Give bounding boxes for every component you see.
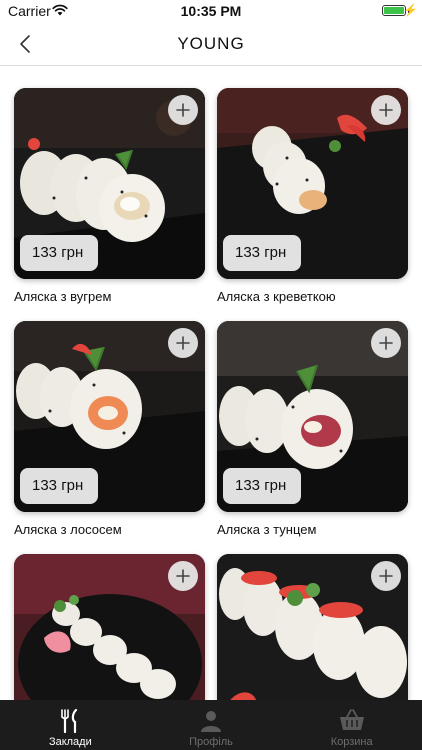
plus-icon: [379, 336, 393, 350]
navigation-bar: YOUNG: [0, 22, 422, 66]
price-badge: 133 грн: [223, 468, 301, 504]
basket-icon: [339, 709, 364, 730]
product-card[interactable]: 133 грн Аляска з тунцем: [217, 321, 408, 537]
plus-icon: [379, 569, 393, 583]
add-to-cart-button[interactable]: [371, 561, 401, 591]
tab-profile[interactable]: Профіль: [141, 700, 282, 750]
product-name: Аляска з вугрем: [14, 289, 112, 304]
plus-icon: [176, 569, 190, 583]
price-badge: 133 грн: [20, 235, 98, 271]
tab-places[interactable]: Заклади: [0, 700, 141, 750]
price-badge: 133 грн: [20, 468, 98, 504]
tab-label: Заклади: [48, 736, 92, 748]
product-card[interactable]: 133 грн Аляска з креветкою: [217, 88, 408, 304]
plus-icon: [379, 103, 393, 117]
plus-icon: [176, 103, 190, 117]
fork-knife-icon: [61, 708, 78, 734]
product-name: Аляска з тунцем: [217, 522, 317, 537]
add-to-cart-button[interactable]: [168, 561, 198, 591]
product-image: 133 грн: [14, 321, 205, 512]
product-image: 133 грн: [217, 88, 408, 279]
product-image: 133 грн: [217, 321, 408, 512]
plus-icon: [176, 336, 190, 350]
add-to-cart-button[interactable]: [168, 95, 198, 125]
tab-bar: Заклади Профіль Корзина: [0, 700, 422, 750]
price-badge: 133 грн: [223, 235, 301, 271]
status-bar: Carrier 10:35 PM ⚡: [0, 0, 422, 22]
product-name: Аляска з креветкою: [217, 289, 336, 304]
product-card[interactable]: 133 грн Аляска з вугрем: [14, 88, 205, 304]
product-card[interactable]: 133 грн Аляска з лососем: [14, 321, 205, 537]
tab-label: Профіль: [189, 736, 233, 748]
charging-icon: ⚡: [403, 3, 418, 17]
page-title: YOUNG: [177, 34, 245, 53]
clock: 10:35 PM: [180, 3, 242, 19]
add-to-cart-button[interactable]: [371, 328, 401, 358]
product-name: Аляска з лососем: [14, 522, 122, 537]
product-image: 133 грн: [14, 88, 205, 279]
add-to-cart-button[interactable]: [371, 95, 401, 125]
add-to-cart-button[interactable]: [168, 328, 198, 358]
person-icon: [201, 711, 221, 732]
tab-label: Корзина: [330, 736, 373, 748]
tab-cart[interactable]: Корзина: [281, 700, 422, 750]
